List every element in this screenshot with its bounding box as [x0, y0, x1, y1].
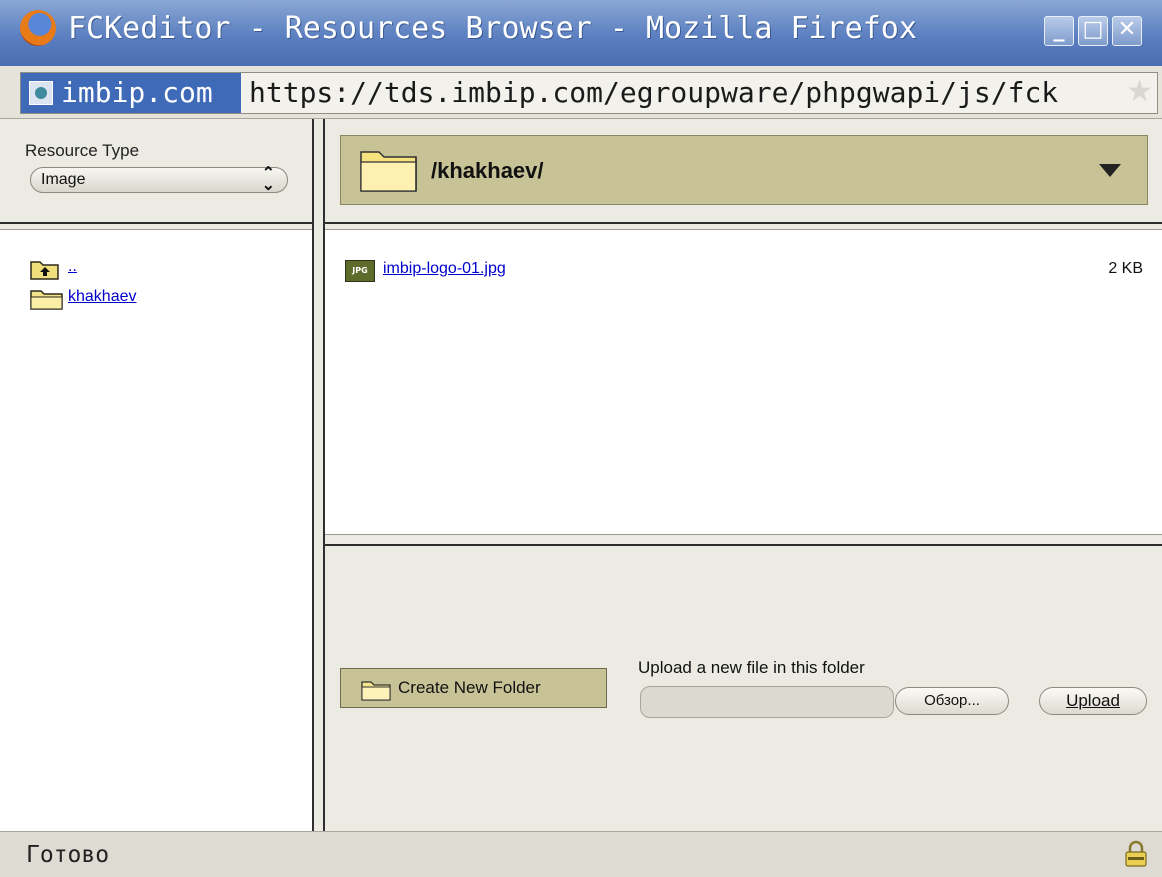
resource-type-label: Resource Type — [25, 141, 140, 160]
bottom-divider — [325, 534, 1162, 546]
url-text[interactable]: https://tds.imbip.com/egroupware/phpgwap… — [249, 76, 1109, 109]
status-text: Готово — [26, 842, 110, 868]
create-new-folder-label: Create New Folder — [398, 678, 541, 697]
bookmark-star-icon[interactable]: ★ — [1126, 75, 1153, 109]
file-row[interactable]: JPG imbip-logo-01.jpg 2 KB — [345, 260, 1145, 282]
site-name: imbip.com — [61, 76, 213, 109]
select-arrows-icon: ⌃ ⌄ — [261, 165, 275, 194]
tree-item-parent-link[interactable]: .. — [68, 258, 77, 276]
current-folder-path: /khakhaev/ — [431, 158, 544, 183]
left-divider — [0, 222, 312, 230]
folder-tree: .. khakhaev — [0, 230, 312, 831]
minimize-button[interactable]: _ — [1044, 16, 1074, 46]
open-folder-icon — [360, 151, 417, 192]
maximize-button[interactable]: □ — [1078, 16, 1108, 46]
firefox-icon — [20, 10, 56, 46]
file-list: JPG imbip-logo-01.jpg 2 KB — [325, 230, 1162, 534]
folder-dropdown-arrow-icon[interactable] — [1099, 164, 1121, 177]
file-path-input[interactable] — [640, 686, 894, 718]
address-bar: imbip.com https://tds.imbip.com/egroupwa… — [0, 66, 1162, 119]
file-size: 2 KB — [1108, 260, 1143, 277]
site-favicon-icon — [29, 81, 53, 105]
pane-splitter[interactable] — [312, 119, 325, 831]
create-new-folder-button[interactable]: Create New Folder — [340, 668, 607, 708]
folder-up-icon — [30, 261, 59, 280]
site-identity-badge[interactable]: imbip.com — [21, 73, 241, 113]
folder-icon — [30, 290, 63, 310]
jpg-file-icon: JPG — [345, 260, 375, 282]
new-folder-icon — [361, 681, 391, 701]
right-divider — [325, 222, 1162, 230]
security-lock-icon[interactable] — [1124, 840, 1148, 868]
tree-item-khakhaev-link[interactable]: khakhaev — [68, 288, 137, 306]
status-bar: Готово — [0, 831, 1162, 877]
file-name-link[interactable]: imbip-logo-01.jpg — [383, 260, 506, 278]
window-title: FCKeditor - Resources Browser - Mozilla … — [68, 11, 917, 46]
resource-type-panel: Resource Type Image ⌃ ⌄ — [0, 119, 312, 222]
window-titlebar[interactable]: FCKeditor - Resources Browser - Mozilla … — [0, 0, 1162, 67]
upload-button[interactable]: Upload — [1039, 687, 1147, 715]
browse-button[interactable]: Обзор... — [895, 687, 1009, 715]
resource-type-select[interactable]: Image ⌃ ⌄ — [30, 165, 288, 194]
upload-label: Upload a new file in this folder — [638, 658, 865, 677]
close-button[interactable]: ✕ — [1112, 16, 1142, 46]
resource-type-value: Image — [41, 171, 86, 188]
current-folder-bar[interactable]: /khakhaev/ — [340, 135, 1148, 205]
url-field[interactable]: imbip.com https://tds.imbip.com/egroupwa… — [20, 72, 1158, 114]
